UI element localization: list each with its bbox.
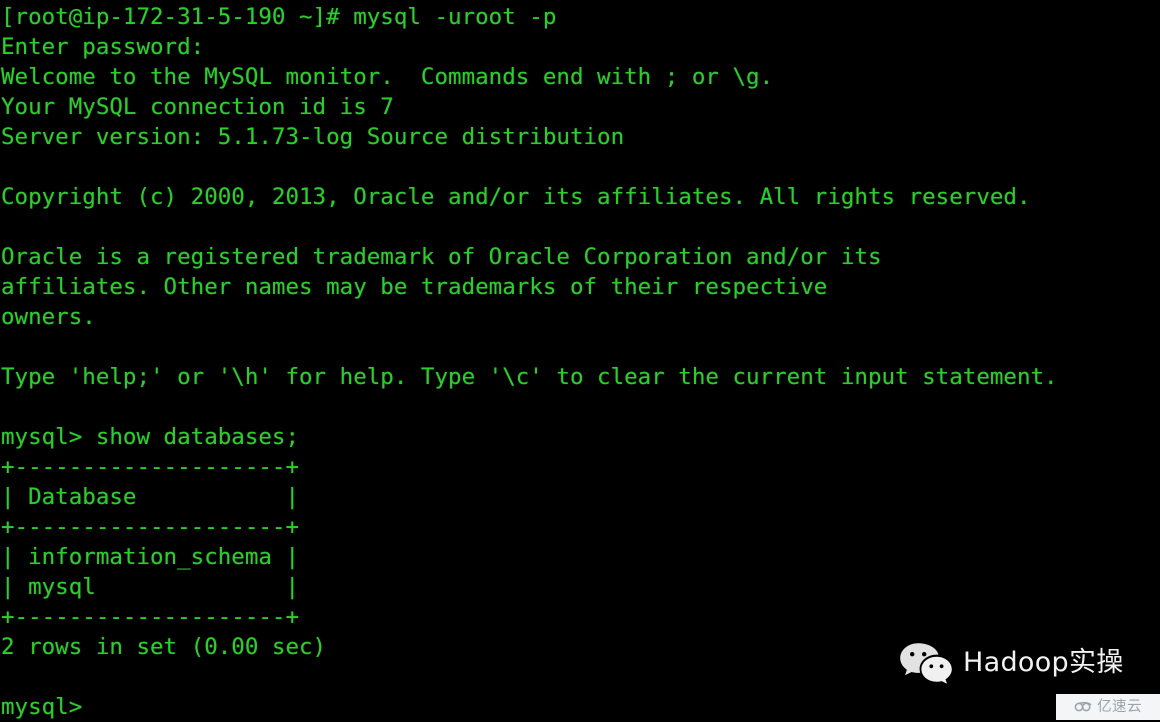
cloud-icon [1074, 700, 1093, 714]
terminal-line: mysql> show databases; [1, 424, 300, 450]
terminal-line: Your MySQL connection id is 7 [1, 94, 394, 120]
terminal-line: Oracle is a registered trademark of Orac… [1, 244, 882, 270]
terminal-line: Server version: 5.1.73-log Source distri… [1, 124, 625, 150]
wechat-watermark: Hadoop实操 [898, 641, 1124, 685]
terminal-line: Enter password: [1, 34, 205, 60]
terminal-line: mysql> [1, 694, 83, 720]
site-badge-label: 亿速云 [1097, 699, 1142, 715]
terminal-line: | information_schema | [1, 544, 300, 570]
terminal-line: Copyright (c) 2000, 2013, Oracle and/or … [1, 184, 1031, 210]
terminal-line: +--------------------+ [1, 514, 300, 540]
terminal-line: Welcome to the MySQL monitor. Commands e… [1, 64, 774, 90]
wechat-icon [898, 641, 954, 685]
terminal-window[interactable]: [root@ip-172-31-5-190 ~]# mysql -uroot -… [0, 0, 1160, 720]
terminal-line: +--------------------+ [1, 604, 300, 630]
terminal-line: affiliates. Other names may be trademark… [1, 274, 828, 300]
terminal-output: [root@ip-172-31-5-190 ~]# mysql -uroot -… [0, 2, 1160, 722]
terminal-line: owners. [1, 304, 96, 330]
terminal-line: Type 'help;' or '\h' for help. Type '\c'… [1, 364, 1058, 390]
terminal-line: | Database | [1, 484, 300, 510]
terminal-line: +--------------------+ [1, 454, 300, 480]
terminal-line: | mysql | [1, 574, 300, 600]
wechat-watermark-label: Hadoop实操 [963, 647, 1124, 678]
terminal-line: [root@ip-172-31-5-190 ~]# mysql -uroot -… [1, 4, 557, 30]
site-badge: 亿速云 [1056, 694, 1160, 720]
